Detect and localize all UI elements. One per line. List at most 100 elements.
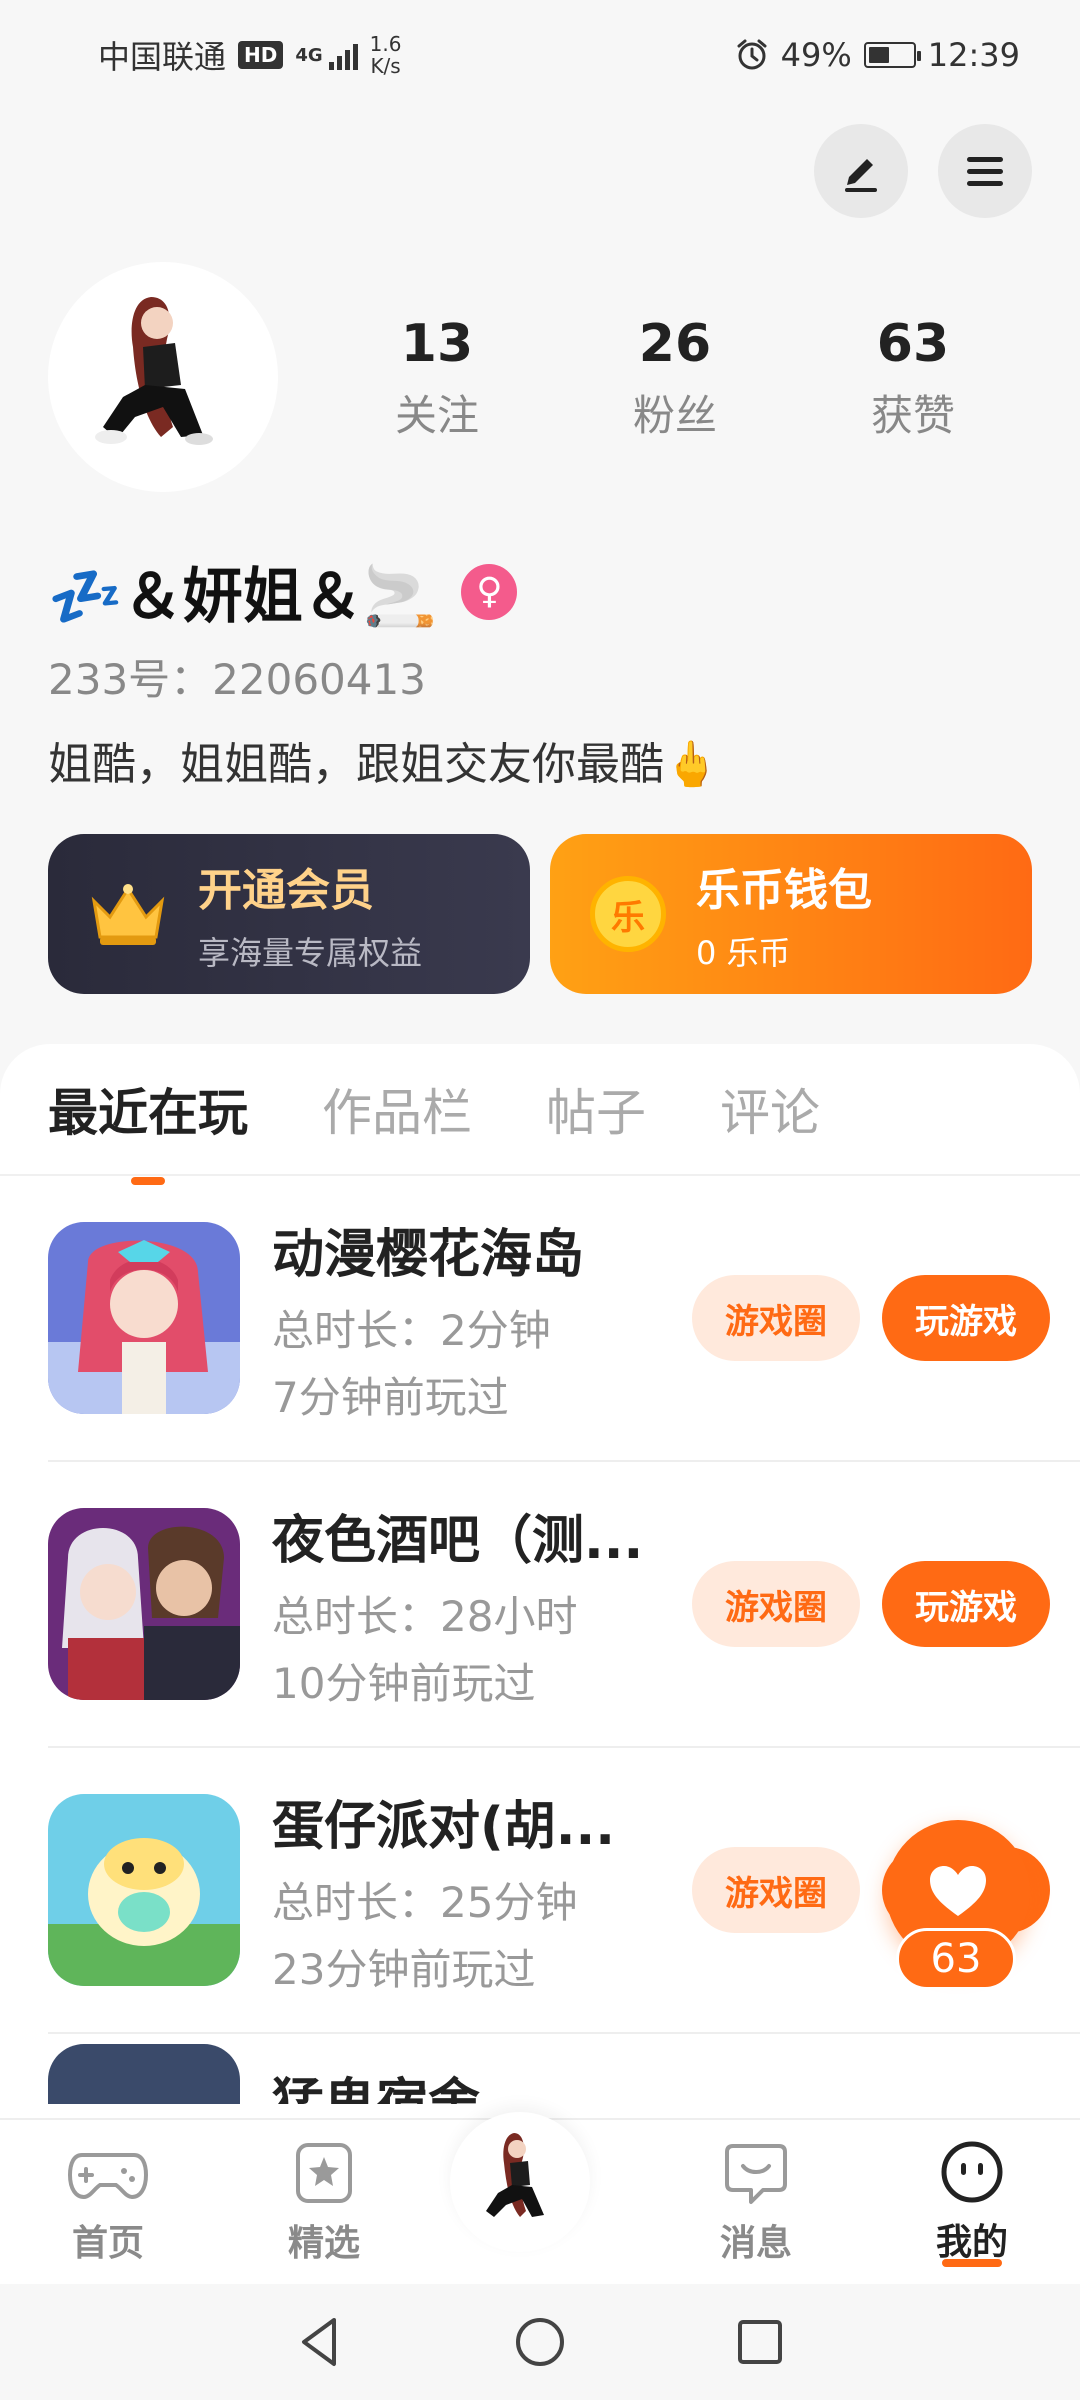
status-bar: 中国联通 HD 4G 1.6 K/s 49% 12:39 <box>0 0 1080 110</box>
game-icon[interactable] <box>48 1794 240 1986</box>
couple-icon <box>48 1508 240 1700</box>
heart-icon <box>930 1866 986 1916</box>
game-actions: 游戏圈 玩游戏 <box>692 1561 1050 1647</box>
tab-posts[interactable]: 帖子 <box>546 1073 646 1145</box>
stat-followers-label: 粉丝 <box>632 390 717 440</box>
anime-girl-icon <box>48 1222 240 1414</box>
play-game-button[interactable]: 玩游戏 <box>882 1561 1050 1647</box>
signal-icon <box>328 40 358 70</box>
game-duration: 总时长：25分钟 <box>272 1877 578 1927</box>
chat-bubble-icon <box>725 2144 787 2204</box>
center-avatar <box>450 2112 590 2252</box>
wallet-card-text: 乐币钱包 0 乐币 <box>696 854 872 974</box>
game-row-partial[interactable]: 猛鬼宿舍 <box>48 2034 1080 2104</box>
game-last-played: 7分钟前玩过 <box>272 1372 509 1422</box>
floating-like-count: 63 <box>896 1928 1016 1990</box>
home-circle-icon[interactable] <box>510 2312 570 2372</box>
alarm-icon <box>737 39 767 70</box>
net-speed-unit: K/s <box>370 54 401 78</box>
wallet-title: 乐币钱包 <box>696 865 872 916</box>
game-icon <box>48 2044 240 2104</box>
avatar-small-illustration <box>486 2133 544 2217</box>
game-name: 夜色酒吧（测... <box>272 1510 644 1571</box>
stat-following-label: 关注 <box>394 390 479 440</box>
nav-center-avatar[interactable] <box>450 2112 630 2252</box>
menu-icon <box>967 157 1003 186</box>
stats-row: 13 关注 26 粉丝 63 获赞 <box>278 312 1032 443</box>
game-circle-button[interactable]: 游戏圈 <box>692 1275 860 1361</box>
smiley-face-icon <box>941 2141 1003 2203</box>
hd-badge: HD <box>238 41 284 69</box>
stat-likes-count: 63 <box>876 313 950 374</box>
avatar[interactable] <box>48 262 278 492</box>
edit-profile-button[interactable] <box>814 124 908 218</box>
carrier-name: 中国联通 <box>98 38 227 76</box>
game-name-partial: 猛鬼宿舍 <box>272 2074 481 2104</box>
game-icon[interactable] <box>48 1508 240 1700</box>
user-id[interactable]: 233号：22060413 <box>48 646 426 707</box>
crown-icon <box>91 884 165 945</box>
nav-mine-label: 我的 <box>935 2222 1008 2263</box>
bio: 姐酷，姐姐酷，跟姐交友你最酷🖕 <box>48 739 719 790</box>
stat-followers-count: 26 <box>638 313 712 374</box>
stat-following[interactable]: 13 关注 <box>395 312 479 443</box>
promo-cards: 开通会员 享海量专属权益 乐 乐币钱包 0 乐币 <box>48 834 1032 994</box>
gamepad-icon <box>68 2153 148 2200</box>
game-circle-button[interactable]: 游戏圈 <box>692 1847 860 1933</box>
game-row[interactable]: 夜色酒吧（测... 总时长：28小时 10分钟前玩过 游戏圈 玩游戏 <box>48 1462 1080 1748</box>
wallet-balance: 0 乐币 <box>696 934 791 972</box>
pen-icon <box>845 159 877 192</box>
nav-messages-label: 消息 <box>719 2223 792 2264</box>
vip-subtitle: 享海量专属权益 <box>198 934 423 972</box>
nav-featured[interactable]: 精选 <box>234 2138 414 2266</box>
top-actions <box>814 124 1032 218</box>
stat-likes[interactable]: 63 获赞 <box>871 312 955 443</box>
tab-comments[interactable]: 评论 <box>720 1073 820 1145</box>
game-circle-button[interactable]: 游戏圈 <box>692 1561 860 1647</box>
coin-icon: 乐 <box>590 876 666 952</box>
status-right: 49% 12:39 <box>735 36 1020 74</box>
status-left: 中国联通 HD 4G 1.6 K/s <box>98 32 401 78</box>
stat-following-count: 13 <box>400 313 474 374</box>
recents-square-icon[interactable] <box>730 2312 790 2372</box>
tab-bar: 最近在玩 作品栏 帖子 评论 <box>0 1044 1080 1185</box>
play-game-button[interactable]: 玩游戏 <box>882 1275 1050 1361</box>
wallet-card[interactable]: 乐 乐币钱包 0 乐币 <box>550 834 1032 994</box>
game-icon[interactable] <box>48 1222 240 1414</box>
game-last-played: 10分钟前玩过 <box>272 1658 536 1708</box>
nav-mine[interactable]: 我的 <box>882 2137 1062 2267</box>
avatar-illustration <box>95 297 213 445</box>
net-speed-value: 1.6 <box>369 32 402 56</box>
net-speed: 1.6 K/s <box>370 33 402 77</box>
game-info: 夜色酒吧（测... 总时长：28小时 10分钟前玩过 <box>272 1498 652 1711</box>
game-duration: 总时长：28小时 <box>272 1591 578 1641</box>
stat-followers[interactable]: 26 粉丝 <box>633 312 717 443</box>
nickname: 💤＆妍姐＆🚬 <box>48 562 438 632</box>
tab-works[interactable]: 作品栏 <box>322 1073 472 1145</box>
nav-home[interactable]: 首页 <box>18 2138 198 2266</box>
system-nav-bar <box>0 2284 1080 2400</box>
clock: 12:39 <box>927 36 1020 74</box>
game-last-played: 23分钟前玩过 <box>272 1944 536 1994</box>
nickname-row: 💤＆妍姐＆🚬 ♀ <box>48 548 518 635</box>
game-row[interactable]: 动漫樱花海岛 总时长：2分钟 7分钟前玩过 游戏圈 玩游戏 <box>48 1176 1080 1462</box>
gender-female-icon: ♀ <box>461 563 518 620</box>
network-type: 4G <box>295 44 323 66</box>
game-info: 蛋仔派对(胡... 总时长：25分钟 23分钟前玩过 <box>272 1784 652 1997</box>
nav-messages[interactable]: 消息 <box>666 2138 846 2266</box>
game-info: 动漫樱花海岛 总时长：2分钟 7分钟前玩过 <box>272 1212 652 1425</box>
nav-home-label: 首页 <box>71 2223 144 2264</box>
bottom-nav: 首页 精选 消息 我的 <box>0 2112 1080 2284</box>
star-card-icon <box>296 2143 352 2203</box>
nav-featured-label: 精选 <box>287 2223 360 2264</box>
vip-title: 开通会员 <box>198 865 374 916</box>
tab-recent-played[interactable]: 最近在玩 <box>48 1073 248 1185</box>
stat-likes-label: 获赞 <box>870 390 955 440</box>
back-icon[interactable] <box>290 2312 350 2372</box>
vip-card[interactable]: 开通会员 享海量专属权益 <box>48 834 530 994</box>
game-name: 蛋仔派对(胡... <box>272 1796 616 1857</box>
egg-party-icon <box>48 1794 240 1986</box>
menu-button[interactable] <box>938 124 1032 218</box>
battery-icon <box>863 42 921 68</box>
profile-header: 13 关注 26 粉丝 63 获赞 <box>48 262 1032 492</box>
